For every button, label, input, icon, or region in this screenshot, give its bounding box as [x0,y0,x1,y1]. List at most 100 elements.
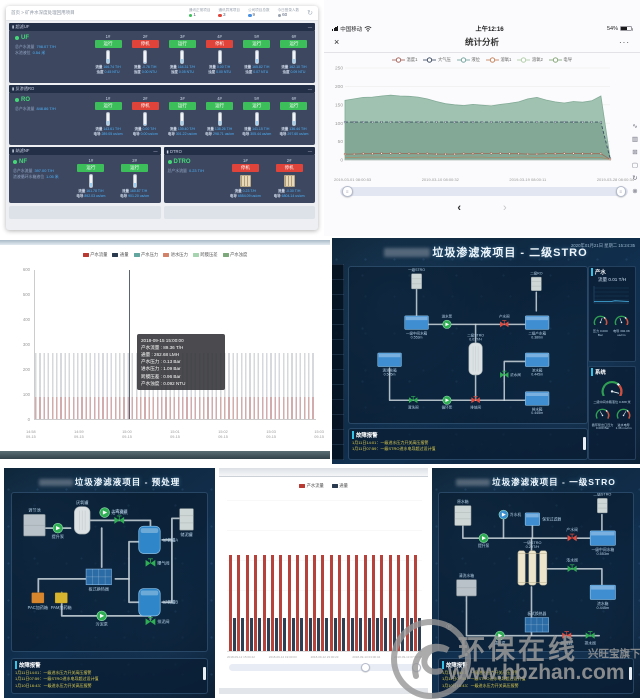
datazoom-slider[interactable] [229,664,420,671]
alarm-item: 1月10日16:43：一级进水压力开关高压报警 [12,683,207,689]
legend-item[interactable]: 进水压力 [163,252,188,258]
unit-status-button[interactable]: 运行 [95,102,122,110]
unit-status-button[interactable]: 运行 [243,40,270,48]
zoom-box-icon[interactable]: ⊞ [632,150,638,157]
unit-number: 1# [243,158,248,163]
slider-handle-right[interactable] [412,663,421,672]
line-chart-icon[interactable]: ∿ [632,124,638,131]
scrollbar[interactable] [203,667,206,680]
section-body: UF总产水流量798.07 T/H水池液位0.54 米1#运行流量 166.74… [9,31,315,83]
unit-stats: 流量 139.40 T/H电导 301.22 us/cm [168,127,197,136]
legend-item[interactable]: 通量 [332,483,348,489]
next-page-icon[interactable]: › [503,203,507,214]
svg-text:二级产水箱0.380m: 二级产水箱0.380m [528,330,546,339]
restore-box-icon[interactable]: ▢ [632,163,638,170]
legend-label: 电导 [563,57,572,63]
process-diagram: 一级STRO一级中间水箱0.553m进水泵二级STRO0.01T/H产水阀二级产… [348,266,588,424]
legend-item[interactable]: 液位 [457,57,480,63]
x-tick-label: 2019-03-10 08:00:32 [422,177,459,182]
process-diagram: 调节池提升泵厌氧罐沼气风机PAC加药箱PAM加药箱板式换热器好氧罐A好氧罐B上清… [11,492,208,652]
battery-percent: 54% [607,26,618,32]
bar-chart-icon[interactable]: ▥ [632,137,638,144]
stat-value: 0.54 米 [33,50,46,55]
collapse-icon[interactable]: — [308,149,312,154]
legend-item[interactable]: 溶氧2 [517,57,542,63]
unit-status-button[interactable]: 停机 [206,40,233,48]
legend-item[interactable]: 跨膜压差 [193,252,218,258]
svg-text:回流阀: 回流阀 [561,641,573,646]
refresh-icon[interactable]: ↻ [632,176,638,183]
more-icon[interactable]: ··· [610,38,630,47]
collapse-icon[interactable]: — [153,149,157,154]
node-valve: 清洗阀 [408,396,419,409]
datazoom-slider[interactable]: ≡ ≡ [340,187,628,196]
bar-navy [325,618,328,651]
tooltip-row: 跨膜压差 : 0.96 Bar [141,373,221,380]
unit-quality: 电导 6804.14 us/cm [274,194,305,199]
legend-label: 通量 [339,483,348,489]
scrollbar[interactable] [583,437,586,450]
unit-stats: 流量 0.23 T/H电导 6554.09 us/cm [230,189,261,198]
bar-navy [393,618,396,651]
collapse-icon[interactable]: — [308,87,312,92]
node-valve: 排水阀 [584,632,596,646]
close-icon[interactable]: × [334,37,354,47]
bar-pair [414,555,421,651]
unit-status-button[interactable]: 运行 [169,40,196,48]
unit-status-button[interactable]: 停机 [232,164,259,172]
unit-status-button[interactable]: 运行 [206,102,233,110]
section-header[interactable]: ▮ 超滤UF— [9,23,315,31]
settings-icon[interactable]: ↻ [307,9,313,17]
unit-status-button[interactable]: 运行 [243,102,270,110]
legend-item[interactable]: 温度1 [392,57,417,63]
legend-item[interactable]: 产水流量 [299,483,324,489]
unit-status-button[interactable]: 运行 [280,102,307,110]
slider-handle-left[interactable] [361,663,370,672]
svg-text:浓水箱0.445m: 浓水箱0.445m [531,368,543,377]
unit-status-button[interactable]: 运行 [280,40,307,48]
slider-handle-right[interactable]: ≡ [616,186,627,197]
slider-handle-left[interactable]: ≡ [342,186,353,197]
alarm-list[interactable]: 1月11日14:01：一级进水压力开关高压报警1月11日07:59：一级STRO… [349,440,587,453]
bar-pair [364,555,371,651]
panel-plant-dashboard: 首页 > 矿井水深度处理回用项目 通讯正常项目1通讯异常项目3公司项目总数9今日… [6,6,318,230]
unit-status-button[interactable]: 运行 [77,164,104,172]
section-header[interactable]: ▮ DTRO— [164,147,316,155]
prev-page-icon[interactable]: ‹ [457,203,461,214]
bar-pair [313,555,320,651]
bar-red [313,555,316,651]
node-vessel: 二级STRO0.01T/H [467,332,484,374]
unit-status-button[interactable]: 停机 [132,40,159,48]
legend-item[interactable]: 电导 [549,57,572,63]
unit-status-button[interactable]: 运行 [121,164,148,172]
section-header[interactable]: ▮ 纳滤NF— [9,147,161,155]
legend-item[interactable]: 产水浊度 [223,252,248,258]
legend-item[interactable]: 产水压力 [134,252,159,258]
x-tick-label: 15:0109-15 [170,430,180,440]
legend-item[interactable]: 产水流量 [83,252,108,258]
unit-status-button[interactable]: 运行 [95,40,122,48]
unit-quality: 浊度 0.07 NTU [244,70,269,75]
unit-column: 1#运行流量 161.78 T/H电导 892.03 us/cm [74,158,108,201]
node-valve: 浓水阀 [500,371,521,378]
svg-text:浓水阀: 浓水阀 [510,372,521,377]
topstat: 通讯异常项目3 [218,8,240,19]
legend-item[interactable]: 溶氧1 [486,57,511,63]
collapse-icon[interactable]: — [308,25,312,30]
alarm-list[interactable]: 1月11日14:01：一级进水压力开关高压报警1月11日07:59：一级STRO… [439,670,633,689]
legend-item[interactable]: 大气压 [423,57,450,63]
close-circle-icon[interactable]: ⊗ [632,189,638,196]
legend-item[interactable]: 通量 [112,252,128,258]
alarm-list[interactable]: 1月11日14:01：一级进水压力开关高压报警1月11日07:59：一级STRO… [12,670,207,689]
bar-navy [334,618,337,651]
unit-quality: 浊度 0.00 NTU [134,70,157,75]
unit-status-button[interactable]: 停机 [276,164,303,172]
section-header[interactable]: ▮ 反渗透RO— [9,85,315,93]
unit-status-button[interactable]: 停机 [132,102,159,110]
node-valve_red: 产水阀 [566,527,578,541]
svg-text:一级STRO0.20T/H: 一级STRO0.20T/H [523,540,541,549]
scrollbar[interactable] [629,667,632,680]
y-tick-label: 100 [0,392,30,397]
unit-status-button[interactable]: 运行 [169,102,196,110]
node-canister: 二级STRO [593,493,611,513]
